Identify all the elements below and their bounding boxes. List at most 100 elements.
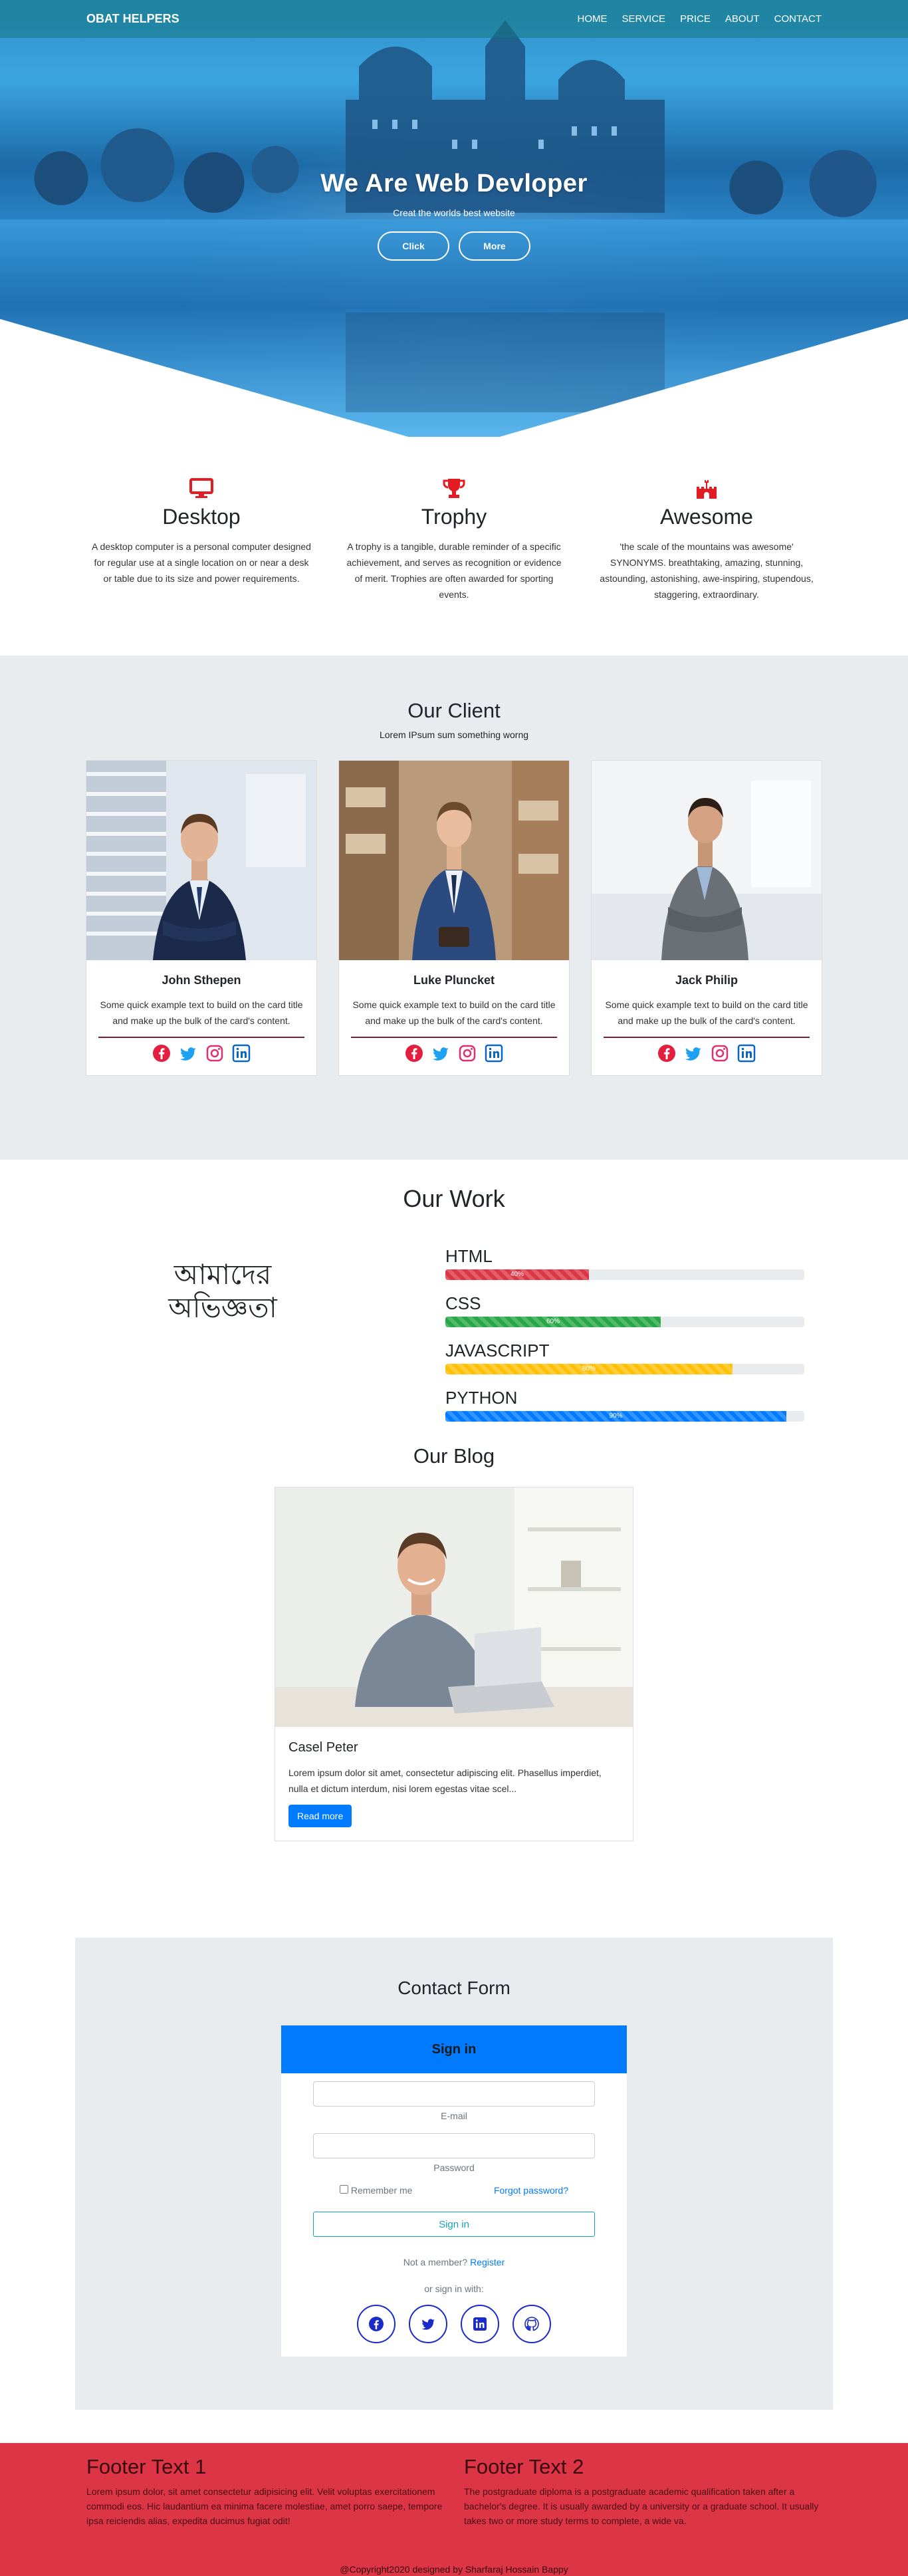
twitter-icon[interactable]	[409, 2305, 447, 2343]
remember-me[interactable]: Remember me	[340, 2185, 412, 2196]
progress-bar: 40%	[445, 1269, 804, 1280]
clients-title: Our Client	[407, 699, 501, 722]
client-name: John Sthepen	[162, 973, 241, 987]
hero-section: OBAT HELPERS HOME SERVICE PRICE ABOUT CO…	[0, 0, 908, 437]
features-section: Desktop A desktop computer is a personal…	[0, 437, 908, 656]
brand-logo[interactable]: OBAT HELPERS	[86, 12, 179, 26]
blog-card-body: Casel Peter Lorem ipsum dolor sit amet, …	[275, 1727, 633, 1841]
sign-in-form: E-mail Password Remember me Forgot passw…	[281, 2073, 627, 2343]
linkedin-icon[interactable]	[461, 2305, 499, 2343]
blog-photo	[275, 1487, 633, 1727]
instagram-icon[interactable]	[457, 1043, 477, 1063]
feature-title: Trophy	[421, 505, 487, 529]
hero-text: We Are Web Devloper Creat the worlds bes…	[0, 170, 908, 261]
footer-title-2: Footer Text 2	[464, 2455, 584, 2478]
desktop-icon	[85, 477, 318, 501]
feature-text: A desktop computer is a personal compute…	[92, 541, 311, 584]
skill-name: PYTHON	[445, 1388, 518, 1408]
nav-home[interactable]: HOME	[577, 13, 607, 25]
client-text: Some quick example text to build on the …	[100, 999, 303, 1026]
work-section: Our Work আমাদের অভিজ্ঞতা HTML 40% CSS 60…	[0, 1160, 908, 1439]
linkedin-icon[interactable]	[484, 1043, 504, 1063]
client-card: Luke Pluncket Some quick example text to…	[338, 760, 570, 1076]
hero-title: We Are Web Devloper	[320, 170, 588, 197]
client-card: John Sthepen Some quick example text to …	[86, 760, 317, 1076]
page: OBAT HELPERS HOME SERVICE PRICE ABOUT CO…	[0, 0, 908, 2576]
client-name: Luke Pluncket	[413, 973, 495, 987]
client-card-body: Jack Philip Some quick example text to b…	[592, 960, 822, 1075]
remember-row: Remember me Forgot password?	[313, 2185, 595, 2196]
github-icon[interactable]	[512, 2305, 551, 2343]
client-socials	[351, 1043, 557, 1063]
progress-fill: 90%	[445, 1411, 786, 1422]
client-cards: John Sthepen Some quick example text to …	[0, 760, 908, 1076]
facebook-icon[interactable]	[657, 1043, 677, 1063]
footer-title-1: Footer Text 1	[86, 2455, 207, 2478]
progress-fill: 40%	[445, 1269, 589, 1280]
linkedin-icon[interactable]	[737, 1043, 756, 1063]
blog-post-title: Casel Peter	[288, 1740, 358, 1755]
facebook-icon[interactable]	[357, 2305, 396, 2343]
facebook-icon[interactable]	[404, 1043, 424, 1063]
client-socials	[98, 1043, 304, 1063]
password-field[interactable]	[313, 2133, 595, 2158]
sign-in-button[interactable]: Sign in	[313, 2212, 595, 2237]
read-more-button[interactable]: Read more	[288, 1805, 352, 1827]
sign-in-card: Sign in E-mail Password Remember me Forg…	[281, 2025, 627, 2357]
client-card: Jack Philip Some quick example text to b…	[591, 760, 822, 1076]
blog-card: Casel Peter Lorem ipsum dolor sit amet, …	[275, 1487, 633, 1841]
blog-section: Our Blog Casel Peter Lorem ipsum dolor s…	[0, 1439, 908, 1938]
clients-section: Our Client Lorem IPsum sum something wor…	[0, 656, 908, 1160]
skill-python: PYTHON 90%	[445, 1388, 804, 1422]
bangla-line-1: আমাদের	[173, 1258, 272, 1291]
hero-buttons: Click More	[0, 231, 908, 261]
skill-css: CSS 60%	[445, 1293, 804, 1327]
facebook-icon[interactable]	[152, 1043, 171, 1063]
instagram-icon[interactable]	[710, 1043, 730, 1063]
member-text: Not a member?	[403, 2257, 468, 2267]
client-name: Jack Philip	[675, 973, 738, 987]
nav-service[interactable]: SERVICE	[622, 13, 665, 25]
register-link[interactable]: Register	[470, 2257, 505, 2267]
progress-bar: 60%	[445, 1317, 804, 1327]
twitter-icon[interactable]	[178, 1043, 198, 1063]
divider	[351, 1037, 557, 1038]
remember-label: Remember me	[350, 2185, 413, 2196]
footer-column-2: Footer Text 2 The postgraduate diploma i…	[464, 2455, 822, 2528]
blog-title: Our Blog	[413, 1444, 495, 1468]
nav-about[interactable]: ABOUT	[725, 13, 760, 25]
more-button[interactable]: More	[459, 231, 530, 261]
forgot-password-link[interactable]: Forgot password?	[494, 2185, 568, 2196]
feature-text: 'the scale of the mountains was awesome'…	[600, 541, 814, 600]
contact-section: Contact Form Sign in E-mail Password Rem…	[75, 1938, 833, 2410]
nav-price[interactable]: PRICE	[680, 13, 711, 25]
email-field[interactable]	[313, 2081, 595, 2107]
footer: Footer Text 1 Lorem ipsum dolor, sit ame…	[0, 2443, 908, 2576]
hero-subtitle: Creat the worlds best website	[393, 207, 515, 218]
linkedin-icon[interactable]	[231, 1043, 251, 1063]
clients-subtitle: Lorem IPsum sum something worng	[379, 729, 529, 740]
nav-links: HOME SERVICE PRICE ABOUT CONTACT	[577, 13, 822, 25]
work-row: আমাদের অভিজ্ঞতা HTML 40% CSS 60% JAVASCR…	[0, 1246, 908, 1435]
footer-columns: Footer Text 1 Lorem ipsum dolor, sit ame…	[86, 2455, 822, 2528]
or-sign-in-with: or sign in with:	[424, 2283, 484, 2294]
remember-checkbox[interactable]	[340, 2185, 348, 2194]
client-card-body: Luke Pluncket Some quick example text to…	[339, 960, 569, 1075]
twitter-icon[interactable]	[683, 1043, 703, 1063]
castle-icon	[590, 477, 823, 501]
divider	[604, 1037, 810, 1038]
footer-text-2: The postgraduate diploma is a postgradua…	[464, 2486, 819, 2526]
click-button[interactable]: Click	[378, 231, 449, 261]
feature-awesome: Awesome 'the scale of the mountains was …	[590, 477, 823, 602]
feature-title: Awesome	[660, 505, 753, 529]
divider	[98, 1037, 304, 1038]
client-text: Some quick example text to build on the …	[605, 999, 808, 1026]
client-photo	[86, 761, 316, 960]
nav-contact[interactable]: CONTACT	[774, 13, 822, 25]
twitter-icon[interactable]	[431, 1043, 451, 1063]
client-photo	[592, 761, 822, 960]
instagram-icon[interactable]	[205, 1043, 225, 1063]
navbar: OBAT HELPERS HOME SERVICE PRICE ABOUT CO…	[0, 0, 908, 38]
skill-html: HTML 40%	[445, 1246, 804, 1280]
progress-fill: 60%	[445, 1317, 661, 1327]
